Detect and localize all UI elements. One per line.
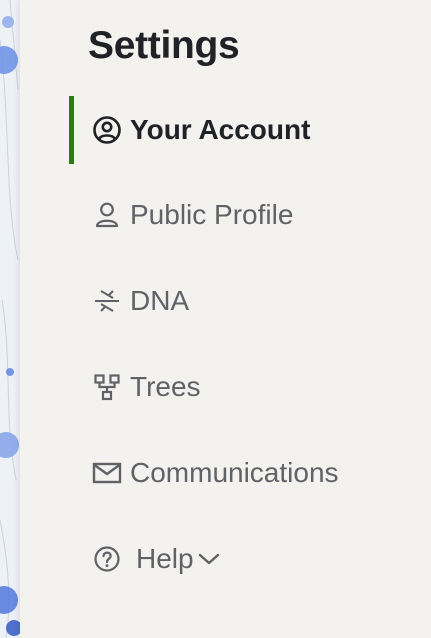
dna-icon bbox=[90, 284, 124, 318]
nav-label-dna: DNA bbox=[130, 285, 190, 316]
account-circle-icon bbox=[90, 113, 124, 147]
nav-label-your-account: Your Account bbox=[130, 114, 311, 145]
chevron-down-icon bbox=[198, 552, 220, 566]
nav-item-communications[interactable]: Communications bbox=[70, 449, 430, 497]
nav-item-trees[interactable]: Trees bbox=[70, 363, 430, 411]
mail-icon bbox=[90, 456, 124, 490]
nav-item-help[interactable]: Help bbox=[70, 535, 430, 583]
nav-label-communications: Communications bbox=[130, 457, 339, 488]
nav-label-help: Help bbox=[136, 543, 194, 574]
tree-icon bbox=[90, 370, 124, 404]
nav-item-public-profile[interactable]: Public Profile bbox=[70, 191, 430, 239]
nav-item-your-account[interactable]: Your Account bbox=[70, 106, 430, 154]
settings-panel: Settings Your Account Public Profile DNA… bbox=[20, 0, 431, 638]
nav-label-public-profile: Public Profile bbox=[130, 199, 294, 230]
nav-label-trees: Trees bbox=[130, 371, 201, 402]
page-title: Settings bbox=[88, 24, 240, 67]
nav-item-dna[interactable]: DNA bbox=[70, 277, 430, 325]
person-icon bbox=[90, 198, 124, 232]
help-circle-icon bbox=[90, 542, 124, 576]
